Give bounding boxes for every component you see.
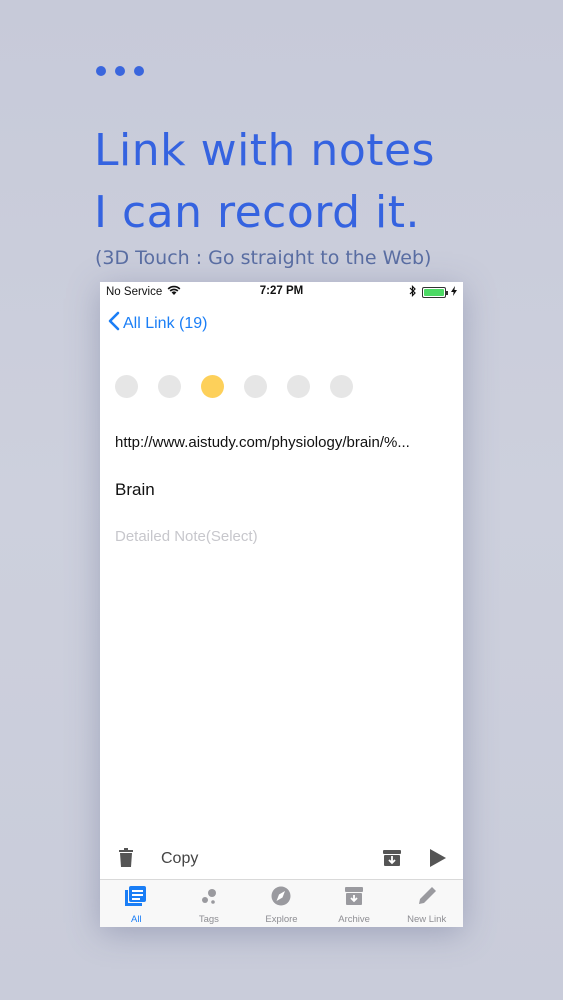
compass-icon: [270, 886, 292, 911]
link-title-field[interactable]: Brain: [115, 480, 155, 500]
tab-label: All: [131, 914, 142, 925]
dot: [134, 66, 144, 76]
color-swatch-3[interactable]: [201, 375, 224, 398]
page-dots-decoration: [96, 66, 144, 76]
tab-bar: All Tags Explore Archive New Link: [100, 879, 463, 927]
archive-icon: [343, 886, 365, 911]
list-icon: [125, 886, 147, 911]
archive-download-icon[interactable]: [382, 848, 402, 873]
tab-label: Explore: [265, 914, 298, 925]
bluetooth-icon: [409, 285, 417, 300]
tab-label: Archive: [338, 914, 370, 925]
copy-button[interactable]: Copy: [161, 850, 198, 868]
charging-icon: [451, 286, 457, 299]
color-picker: [115, 375, 353, 398]
link-url-field[interactable]: http://www.aistudy.com/physiology/brain/…: [115, 434, 410, 451]
color-swatch-4[interactable]: [244, 375, 267, 398]
headline-line-2: I can record it.: [94, 187, 420, 238]
detailed-note-field[interactable]: Detailed Note(Select): [115, 528, 258, 545]
tab-explore[interactable]: Explore: [245, 880, 318, 927]
color-swatch-6[interactable]: [330, 375, 353, 398]
tab-label: New Link: [407, 914, 447, 925]
tab-tags[interactable]: Tags: [173, 880, 246, 927]
dot: [96, 66, 106, 76]
tab-label: Tags: [198, 914, 219, 925]
battery-icon: [422, 287, 448, 298]
headline-line-1: Link with notes: [94, 125, 435, 176]
color-swatch-2[interactable]: [158, 375, 181, 398]
tags-icon: [198, 886, 220, 911]
back-label: All Link (19): [123, 314, 208, 332]
back-button[interactable]: All Link (19): [108, 311, 207, 336]
navigation-bar: All Link (19): [100, 302, 463, 342]
color-swatch-1[interactable]: [115, 375, 138, 398]
subheadline: (3D Touch : Go straight to the Web): [95, 247, 432, 269]
play-icon[interactable]: [429, 848, 447, 873]
tab-new-link[interactable]: New Link: [390, 880, 463, 927]
tab-archive[interactable]: Archive: [318, 880, 391, 927]
status-bar: No Service 7:27 PM: [100, 282, 463, 302]
pencil-icon: [416, 886, 438, 911]
tab-all[interactable]: All: [100, 880, 173, 927]
action-bar: Copy: [100, 842, 463, 878]
phone-screen: No Service 7:27 PM All Link (19) http://…: [100, 282, 463, 927]
headline: Link with notes I can record it.: [94, 120, 435, 244]
dot: [115, 66, 125, 76]
trash-icon[interactable]: [119, 848, 133, 873]
color-swatch-5[interactable]: [287, 375, 310, 398]
chevron-left-icon: [108, 311, 120, 336]
